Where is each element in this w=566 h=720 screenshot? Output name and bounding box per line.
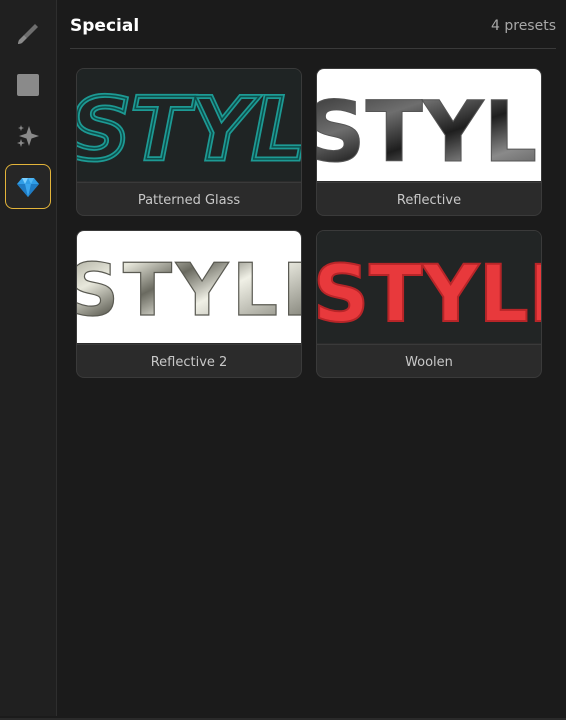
square-icon xyxy=(17,74,39,96)
brush-icon xyxy=(18,24,38,44)
preset-count: 4 presets xyxy=(491,18,556,34)
preset-card-woolen[interactable]: STYLE Woolen xyxy=(316,230,542,378)
brush-tool-button[interactable] xyxy=(6,12,50,56)
panel-header: Special 4 presets xyxy=(70,0,556,49)
preset-thumbnail: STYLE xyxy=(77,231,301,343)
preset-thumb-text: STYLE xyxy=(317,83,541,181)
effects-tool-button[interactable] xyxy=(6,114,50,158)
panel-title: Special xyxy=(70,16,140,36)
preset-card-patterned-glass[interactable]: STYLE STYLE Patterned Glass xyxy=(76,68,302,216)
sparkle-icon xyxy=(17,125,39,147)
shape-tool-button[interactable] xyxy=(6,63,50,107)
preset-thumbnail: STYLE xyxy=(317,69,541,181)
preset-thumbnail: STYLE xyxy=(317,231,541,343)
tool-rail xyxy=(0,0,57,716)
preset-card-reflective-2[interactable]: STYLE Reflective 2 xyxy=(76,230,302,378)
preset-thumb-text: STYLE xyxy=(77,248,301,332)
preset-label: Woolen xyxy=(317,344,541,377)
preset-thumbnail: STYLE STYLE xyxy=(77,69,301,181)
style-panel: Special 4 presets STYLE STYLE Patterned … xyxy=(0,0,566,720)
preset-thumb-text: STYLE xyxy=(317,250,541,340)
special-tool-button[interactable] xyxy=(5,164,51,209)
preset-label: Reflective 2 xyxy=(77,344,301,377)
svg-text:STYLE: STYLE xyxy=(77,80,301,180)
diamond-icon xyxy=(17,177,39,197)
preset-label: Patterned Glass xyxy=(77,182,301,215)
preset-card-reflective[interactable]: STYLE Reflective xyxy=(316,68,542,216)
preset-label: Reflective xyxy=(317,182,541,215)
presets-panel: Special 4 presets STYLE STYLE Patterned … xyxy=(57,0,566,716)
